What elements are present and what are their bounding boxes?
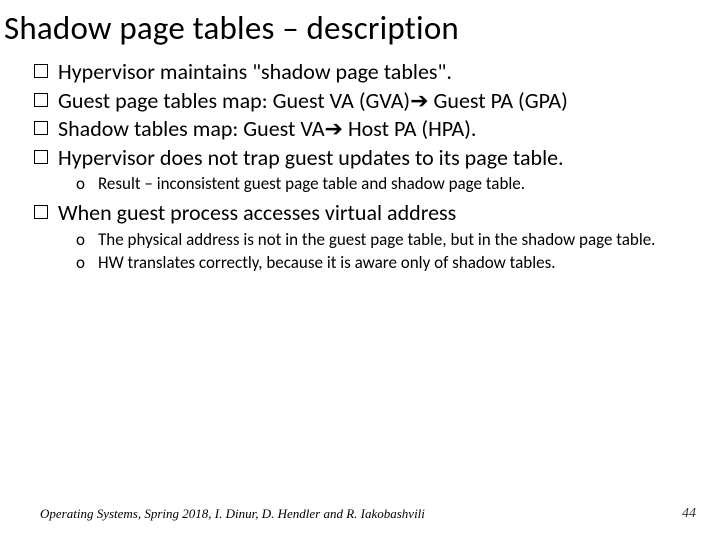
bullet-text: Shadow tables map: Guest VA➔ Host PA (HP… [58,115,694,143]
sub-bullet-group: o Result – inconsistent guest page table… [34,173,694,195]
square-bullet-icon [34,121,48,135]
sub-bullet-text: HW translates correctly, because it is a… [98,252,694,274]
sub-bullet-item: o The physical address is not in the gue… [76,229,694,251]
bullet-item: Guest page tables map: Guest VA (GVA)➔ G… [34,87,694,115]
bullet-item: When guest process accesses virtual addr… [34,199,694,227]
sub-bullet-text: Result – inconsistent guest page table a… [98,173,694,195]
arrow-icon: ➔ [325,116,343,141]
arrow-icon: ➔ [410,88,428,113]
square-bullet-icon [34,64,48,78]
slide-body: Hypervisor maintains "shadow page tables… [4,58,702,274]
bullet-text-part: Guest page tables map: Guest VA (GVA) [58,87,410,114]
square-bullet-icon [34,150,48,164]
bullet-text-part: Host PA (HPA). [343,115,477,142]
sub-bullet-group: o The physical address is not in the gue… [34,229,694,274]
circle-bullet-icon: o [76,173,98,195]
bullet-text-part: Shadow tables map: Guest VA [58,115,325,142]
bullet-item: Hypervisor does not trap guest updates t… [34,144,694,172]
sub-bullet-item: o HW translates correctly, because it is… [76,252,694,274]
square-bullet-icon [34,93,48,107]
circle-bullet-icon: o [76,252,98,274]
slide-title: Shadow page tables – description [4,8,702,48]
bullet-text-part: Guest PA (GPA) [429,87,568,114]
square-bullet-icon [34,205,48,219]
bullet-text: Hypervisor maintains "shadow page tables… [58,58,694,86]
bullet-item: Shadow tables map: Guest VA➔ Host PA (HP… [34,115,694,143]
bullet-text: Hypervisor does not trap guest updates t… [58,144,694,172]
slide: Shadow page tables – description Hypervi… [0,0,720,540]
sub-bullet-text: The physical address is not in the guest… [98,229,694,251]
sub-bullet-item: o Result – inconsistent guest page table… [76,173,694,195]
bullet-text: Guest page tables map: Guest VA (GVA)➔ G… [58,87,694,115]
footer-text: Operating Systems, Spring 2018, I. Dinur… [40,506,425,522]
page-number: 44 [682,506,696,522]
bullet-item: Hypervisor maintains "shadow page tables… [34,58,694,86]
circle-bullet-icon: o [76,229,98,251]
bullet-text: When guest process accesses virtual addr… [58,199,694,227]
